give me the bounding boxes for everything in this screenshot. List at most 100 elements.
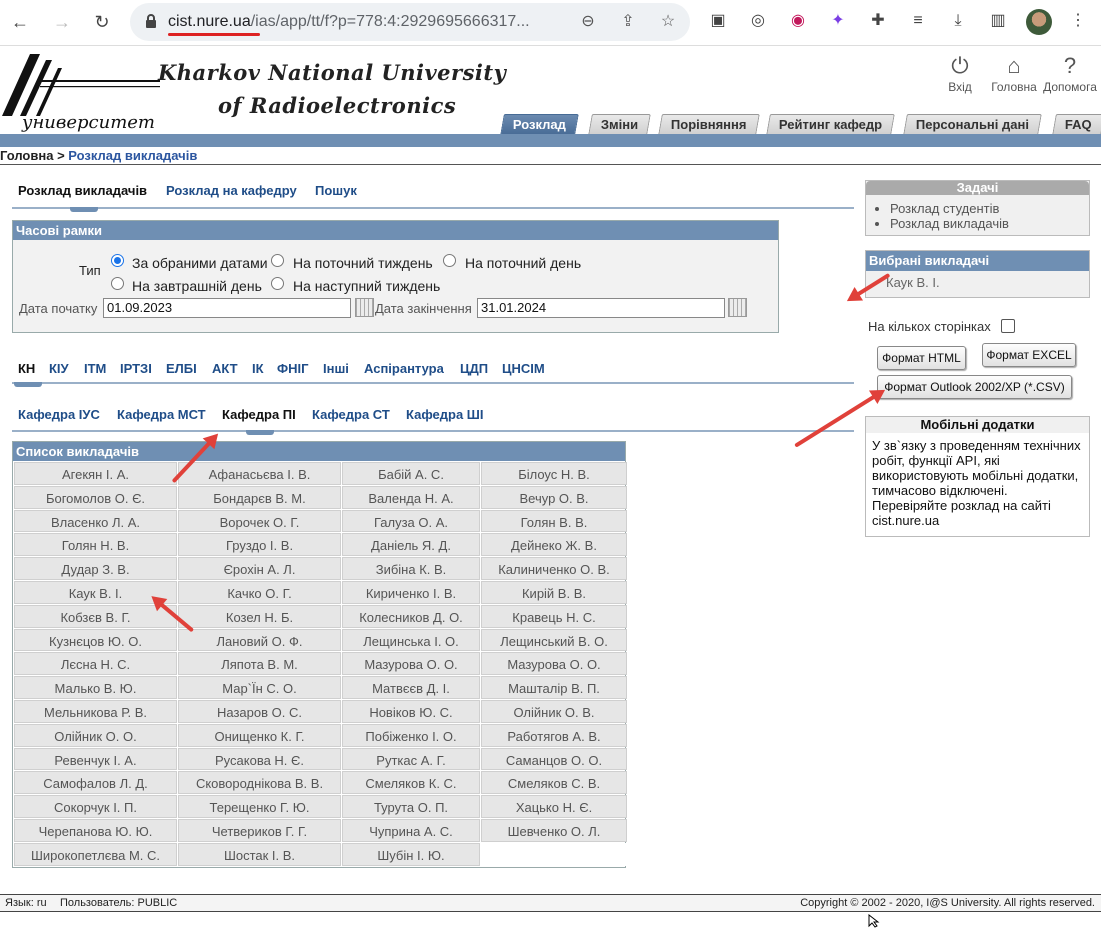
download-icon[interactable]: ⤓	[948, 11, 968, 31]
calendar-icon[interactable]	[355, 298, 374, 317]
teacher-cell[interactable]: Русакова Н. Є.	[178, 747, 341, 771]
department-tab[interactable]: Кафедра ІУС	[18, 407, 100, 422]
zoom-icon[interactable]: ⊖	[578, 12, 598, 32]
extension-2-icon[interactable]: ◎	[748, 11, 768, 31]
faculty-tab[interactable]: ЦНСІМ	[502, 361, 545, 376]
format-excel-button[interactable]: Формат EXCEL	[982, 343, 1076, 367]
format-html-button[interactable]: Формат HTML	[877, 346, 966, 370]
teacher-cell[interactable]: Лещинський В. О.	[481, 628, 627, 652]
teacher-cell[interactable]: Сковороднікова В. В.	[178, 771, 341, 795]
teacher-cell[interactable]: Мар`Їн С. О.	[178, 676, 341, 699]
teacher-cell[interactable]: Самофалов Л. Д.	[14, 771, 177, 795]
puzzle-icon[interactable]: ✚	[868, 11, 888, 31]
teacher-cell[interactable]: Кирій В. В.	[481, 580, 627, 604]
calendar-icon[interactable]	[728, 298, 747, 317]
extension-1-icon[interactable]: ▣	[708, 11, 728, 31]
menu-icon[interactable]: ⋮	[1068, 11, 1088, 31]
sidepanel-icon[interactable]: ▥	[988, 11, 1008, 31]
teacher-cell[interactable]: Зибіна К. В.	[342, 557, 480, 580]
back-icon[interactable]: ←	[8, 10, 32, 34]
faculty-tab[interactable]: КІУ	[49, 361, 69, 376]
teacher-cell[interactable]: Смеляков К. С.	[342, 771, 480, 795]
faculty-tab[interactable]: КН	[18, 361, 35, 376]
teacher-cell[interactable]: Шубін І. Ю.	[342, 842, 480, 866]
teacher-cell[interactable]: Руткас А. Г.	[342, 747, 480, 771]
teacher-cell[interactable]: Мазурова О. О.	[481, 652, 627, 676]
teacher-cell[interactable]: Турута О. П.	[342, 795, 480, 818]
bookmark-star-icon[interactable]: ☆	[658, 12, 678, 32]
teacher-cell[interactable]: Ревенчук І. А.	[14, 747, 177, 771]
teacher-cell[interactable]: Онищенко К. Г.	[178, 723, 341, 747]
teacher-cell[interactable]: Вечур О. В.	[481, 485, 627, 509]
teacher-cell[interactable]: Работягов А. В.	[481, 723, 627, 747]
teacher-cell[interactable]: Терещенко Г. Ю.	[178, 795, 341, 818]
subtab-teacher-schedule[interactable]: Розклад викладачів	[18, 183, 147, 198]
forward-icon[interactable]: →	[50, 10, 74, 34]
teacher-cell[interactable]: Широкопетлєва М. С.	[14, 842, 177, 866]
teacher-cell[interactable]: Валенда Н. А.	[342, 485, 480, 509]
address-bar[interactable]: cist.nure.ua/ias/app/tt/f?p=778:4:292969…	[130, 3, 690, 41]
radio-next-week[interactable]	[271, 277, 284, 290]
teacher-cell[interactable]: Смеляков С. В.	[481, 771, 627, 795]
teacher-cell[interactable]: Галуза О. А.	[342, 509, 480, 533]
media-icon[interactable]: ≡	[908, 11, 928, 31]
multi-page-checkbox[interactable]	[1001, 319, 1015, 333]
teacher-cell[interactable]: Голян Н. В.	[14, 533, 177, 557]
teacher-cell[interactable]: Бондарєв В. М.	[178, 485, 341, 509]
tab-comparison[interactable]: Порівняння	[658, 114, 760, 135]
teacher-cell[interactable]: Чуприна А. С.	[342, 818, 480, 842]
teacher-cell[interactable]: Саманцов О. О.	[481, 747, 627, 771]
faculty-tab[interactable]: ІРТЗІ	[120, 361, 152, 376]
teacher-cell[interactable]: Малько В. Ю.	[14, 676, 177, 699]
teacher-cell[interactable]: Єрохін А. Л.	[178, 557, 341, 580]
teacher-cell[interactable]: Груздо І. В.	[178, 533, 341, 557]
subtab-search[interactable]: Пошук	[315, 183, 357, 198]
teacher-cell[interactable]: Четвериков Г. Г.	[178, 818, 341, 842]
department-tab[interactable]: Кафедра ПІ	[222, 407, 296, 422]
teacher-cell[interactable]: Назаров О. С.	[178, 699, 341, 723]
faculty-tab[interactable]: ІК	[252, 361, 264, 376]
help-button[interactable]: ? Допомога	[1040, 52, 1100, 94]
faculty-tab[interactable]: Аспірантура	[364, 361, 444, 376]
teacher-cell[interactable]: Новіков Ю. С.	[342, 699, 480, 723]
tab-changes[interactable]: Зміни	[588, 114, 652, 135]
teacher-cell[interactable]: Білоус Н. В.	[481, 462, 627, 485]
teacher-cell[interactable]: Олійник О. О.	[14, 723, 177, 747]
teacher-cell[interactable]: Сокорчук І. П.	[14, 795, 177, 818]
faculty-tab[interactable]: ЕЛБІ	[166, 361, 197, 376]
faculty-tab[interactable]: ФНІГ	[277, 361, 308, 376]
home-button[interactable]: ⌂ Головна	[984, 52, 1044, 94]
department-tab[interactable]: Кафедра ШІ	[406, 407, 483, 422]
start-date-field[interactable]: 01.09.2023	[103, 298, 351, 318]
teacher-cell[interactable]: Матвєєв Д. І.	[342, 676, 480, 699]
tab-personal[interactable]: Персональні дані	[903, 114, 1042, 135]
format-csv-button[interactable]: Формат Outlook 2002/XP (*.CSV)	[877, 375, 1072, 399]
radio-selected-dates[interactable]	[111, 254, 124, 267]
teacher-cell[interactable]: Олійник О. В.	[481, 699, 627, 723]
teacher-cell[interactable]: Мазурова О. О.	[342, 652, 480, 676]
teacher-cell[interactable]: Ляпота В. М.	[178, 652, 341, 676]
login-button[interactable]: ⏻ Вхід	[930, 52, 990, 94]
radio-current-day[interactable]	[443, 254, 456, 267]
teacher-cell[interactable]: Дейнеко Ж. В.	[481, 533, 627, 557]
faculty-tab[interactable]: ІТМ	[84, 361, 106, 376]
end-date-field[interactable]: 31.01.2024	[477, 298, 725, 318]
teacher-cell[interactable]: Голян В. В.	[481, 509, 627, 533]
teacher-cell[interactable]: Дудар З. В.	[14, 557, 177, 580]
teacher-cell[interactable]: Кириченко І. В.	[342, 580, 480, 604]
teacher-cell[interactable]: Хацько Н. Є.	[481, 795, 627, 818]
teacher-cell[interactable]: Колесников Д. О.	[342, 604, 480, 628]
faculty-tab[interactable]: Інші	[323, 361, 349, 376]
teacher-cell[interactable]: Лєсна Н. С.	[14, 652, 177, 676]
teacher-cell[interactable]: Машталір В. П.	[481, 676, 627, 699]
tab-schedule[interactable]: Розклад	[500, 114, 579, 135]
teacher-cell[interactable]: Власенко Л. А.	[14, 509, 177, 533]
breadcrumb-home[interactable]: Головна	[0, 148, 53, 163]
teacher-cell[interactable]: Кузнєцов Ю. О.	[14, 628, 177, 652]
avatar[interactable]	[1026, 9, 1052, 35]
teacher-cell[interactable]: Козел Н. Б.	[178, 604, 341, 628]
tab-rating[interactable]: Рейтинг кафедр	[766, 114, 896, 135]
reload-icon[interactable]: ↻	[90, 10, 114, 34]
task-student-schedule[interactable]: Розклад студентів	[890, 201, 1089, 216]
teacher-cell[interactable]: Черепанова Ю. Ю.	[14, 818, 177, 842]
